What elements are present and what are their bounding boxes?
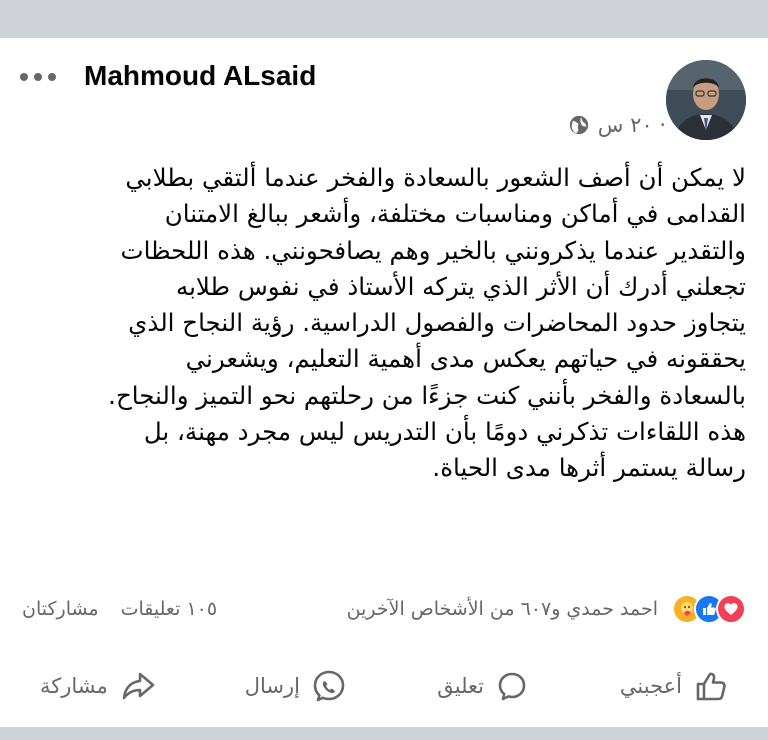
dot xyxy=(48,73,56,81)
author-name[interactable]: Mahmoud ALsaid xyxy=(84,60,316,92)
reactors-text[interactable]: احمد حمدي و٦٠٧ من الأشخاص الآخرين xyxy=(347,598,658,620)
like-label: أعجبني xyxy=(619,674,682,698)
send-button[interactable]: إرسال xyxy=(245,660,346,712)
post-text-line: رسالة يستمر أثرها مدى الحياة. xyxy=(432,453,746,483)
messenger-icon xyxy=(313,670,345,702)
feed-separator-top xyxy=(0,0,768,38)
comment-label: تعليق xyxy=(437,674,484,698)
post-text-line: لا يمكن أن أصف الشعور بالسعادة والفخر عن… xyxy=(125,163,746,192)
shares-count[interactable]: مشاركتان xyxy=(22,598,99,620)
reaction-icons[interactable] xyxy=(670,594,746,626)
dot xyxy=(20,73,28,81)
post-actions: أعجبني تعليق إرسال مشاركة xyxy=(22,660,746,712)
post-text-line: بالسعادة والفخر بأنني كنت جزءًا من رحلته… xyxy=(108,380,746,410)
avatar[interactable] xyxy=(666,60,746,140)
share-button[interactable]: مشاركة xyxy=(40,660,156,712)
love-icon xyxy=(716,594,746,624)
reactions-summary: ١٠٥ تعليقات مشاركتان احمد حمدي و٦٠٧ من ا… xyxy=(22,590,746,630)
share-icon xyxy=(122,672,155,700)
comments-count[interactable]: ١٠٥ تعليقات xyxy=(121,598,217,620)
send-label: إرسال xyxy=(244,674,300,698)
comment-button[interactable]: تعليق xyxy=(437,660,528,712)
like-button[interactable]: أعجبني xyxy=(620,660,728,712)
share-label: مشاركة xyxy=(40,674,108,698)
engagement-counts: ١٠٥ تعليقات مشاركتان xyxy=(22,598,217,620)
post-text-line: تجعلني أدرك أن الأثر الذي يتركه الأستاذ … xyxy=(175,271,746,301)
post-text-line: يحققونه في حياتهم يعكس مدى أهمية التعليم… xyxy=(185,344,746,374)
post-text-line: والتقدير عندما يذكرونني بالخير وهم يصافح… xyxy=(120,235,747,265)
post-body: لا يمكن أن أصف الشعور بالسعادة والفخر عن… xyxy=(22,160,746,487)
more-options-icon[interactable] xyxy=(20,71,64,83)
comment-icon xyxy=(498,672,526,701)
dot xyxy=(34,73,42,81)
thumbs-up-icon xyxy=(696,672,726,701)
post-text-line: القدامى في أماكن ومناسبات مختلفة، وأشعر … xyxy=(164,199,746,229)
globe-icon xyxy=(569,115,588,135)
post-meta: ٢٠ س · xyxy=(568,112,666,138)
post-text-line: هذه اللقاءات تذكرني دومًا بأن التدريس لي… xyxy=(143,417,746,447)
post-text-line: يتجاوز حدود المحاضرات والفصول الدراسية. … xyxy=(128,308,746,338)
post-time[interactable]: ٢٠ س · xyxy=(598,113,666,137)
feed-separator-bottom xyxy=(0,727,768,740)
